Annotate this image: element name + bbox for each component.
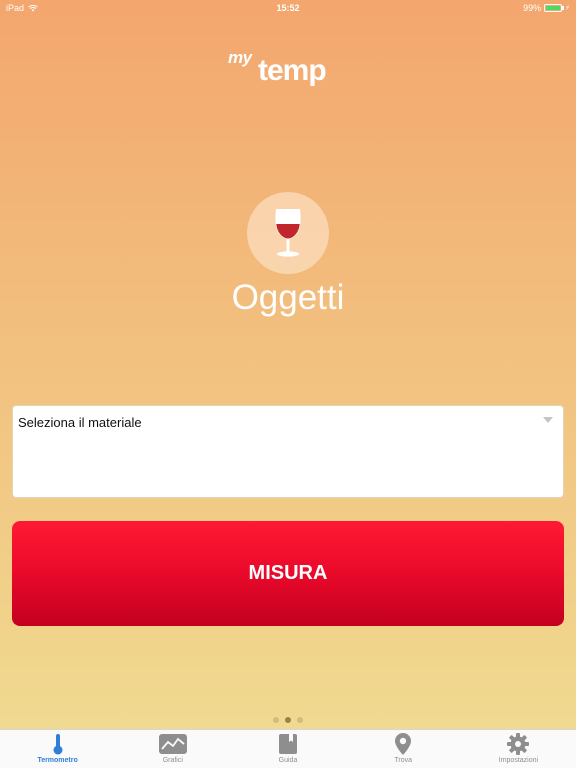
chart-icon	[158, 734, 187, 754]
tab-bar: Termometro Grafici Guida Trova Impostazi…	[0, 729, 576, 768]
thermometer-icon	[53, 734, 63, 755]
page-dot[interactable]	[273, 717, 279, 723]
material-select[interactable]: Seleziona il materiale	[12, 405, 564, 498]
page-dot[interactable]	[297, 717, 303, 723]
tab-label: Termometro	[37, 757, 78, 764]
tab-label: Trova	[394, 757, 413, 764]
wine-glass-icon	[275, 209, 301, 257]
battery-fill	[546, 6, 560, 10]
logo-my: my	[228, 48, 252, 67]
category-title: Oggetti	[231, 278, 345, 317]
measure-button[interactable]: MISURA	[12, 521, 564, 626]
logo-temp: temp	[258, 54, 327, 87]
material-select-value: Seleziona il materiale	[18, 415, 142, 430]
page-dot[interactable]	[285, 717, 291, 723]
tab-impostazioni[interactable]: Impostazioni	[461, 730, 576, 768]
tab-termometro[interactable]: Termometro	[0, 730, 115, 768]
tab-guida[interactable]: Guida	[230, 730, 345, 768]
tab-trova[interactable]: Trova	[346, 730, 461, 768]
chevron-down-icon	[543, 417, 553, 423]
battery-tip	[562, 6, 565, 10]
charging-icon: ⚡	[565, 5, 570, 12]
book-icon	[279, 734, 297, 754]
location-pin-icon	[395, 733, 412, 755]
status-time: 15:52	[276, 3, 300, 13]
battery-percent: 99%	[523, 3, 542, 13]
tab-label: Impostazioni	[498, 757, 539, 764]
status-right: 99% ⚡	[523, 3, 570, 13]
tab-label: Guida	[278, 757, 298, 764]
battery-icon	[544, 4, 565, 12]
app-logo: my temp	[0, 44, 576, 92]
page-indicator	[0, 717, 576, 723]
gear-icon	[507, 733, 530, 755]
category-icon-circle[interactable]	[247, 192, 329, 274]
tab-label: Grafici	[162, 757, 183, 764]
tab-grafici[interactable]: Grafici	[115, 730, 230, 768]
status-bar: iPad 15:52 99% ⚡	[0, 0, 576, 16]
